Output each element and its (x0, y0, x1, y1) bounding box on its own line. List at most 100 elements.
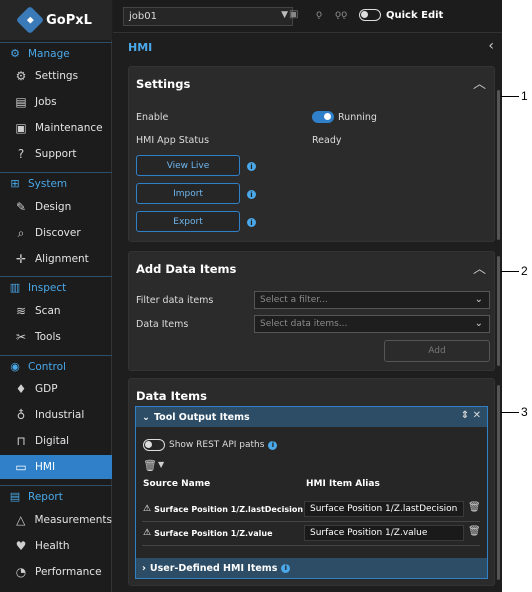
add-button[interactable]: Add (384, 340, 490, 362)
sidebar-section-report[interactable]: ▤ Report (0, 485, 112, 507)
expand-collapse-icon[interactable]: ⇕ ✕ (461, 410, 481, 421)
alias-value: Surface Position 1/Z.value (310, 528, 428, 538)
sidebar-item-label: Settings (35, 70, 79, 82)
sidebar-item-label: Scan (35, 305, 61, 317)
sidebar-section-manage[interactable]: ⚙ Manage (0, 42, 112, 64)
sidebar-item-hmi[interactable]: ▭ HMI (0, 455, 112, 479)
settings-card: Settings ︿ Enable Running HMI App Status… (128, 66, 495, 242)
hmi-icon: ▭ (15, 460, 27, 474)
sidebar-item-discover[interactable]: ⌕ Discover (0, 221, 112, 245)
quick-edit-toggle[interactable]: Quick Edit (359, 9, 443, 21)
sidebar-item-digital[interactable]: ⊓ Digital (0, 429, 112, 453)
sensor-group-icon[interactable]: ǫǫ (335, 9, 347, 20)
sidebar-item-label: Support (35, 148, 77, 160)
chevron-down-icon: ▼ (281, 10, 288, 20)
tool-output-header[interactable]: ⌄ Tool Output Items ⇕ ✕ (136, 407, 487, 427)
filter-placeholder: Select a filter... (260, 295, 328, 305)
button-label: Add (428, 346, 446, 356)
sidebar-item-maintenance[interactable]: ▣ Maintenance (0, 116, 112, 140)
scrollbar[interactable] (497, 385, 500, 580)
button-label: Import (173, 188, 203, 199)
table-row-source: ⚠ Surface Position 1/Z.lastDecision (143, 504, 303, 514)
info-icon[interactable]: i (247, 162, 256, 171)
logo: ◆ GoPxL (0, 0, 112, 40)
save-icon[interactable]: ▣ (289, 9, 298, 20)
data-items-select[interactable]: Select data items... ⌄ (254, 315, 490, 333)
info-icon[interactable]: i (247, 190, 256, 199)
tools-icon: ✂ (15, 330, 27, 344)
scrollbar[interactable] (497, 90, 500, 240)
import-button[interactable]: Import (136, 183, 240, 204)
sidebar-item-industrial[interactable]: ♁ Industrial (0, 403, 112, 427)
performance-icon: ◔ (15, 565, 27, 579)
export-button[interactable]: Export (136, 211, 240, 232)
alignment-icon: ✛ (15, 252, 27, 266)
column-header-source: Source Name (143, 479, 211, 489)
chevron-down-icon[interactable]: ▼ (158, 460, 164, 469)
chevron-down-icon: ⌄ (142, 411, 150, 423)
info-icon[interactable]: i (281, 563, 291, 573)
inspect-icon: ▥ (9, 281, 21, 294)
collapse-panel-icon[interactable]: ‹ (488, 38, 494, 54)
sidebar-item-support[interactable]: ? Support (0, 142, 112, 166)
sensor-icon[interactable]: ǫ (316, 9, 322, 20)
job-select-value: job01 (129, 11, 157, 22)
sidebar-item-measurements[interactable]: △ Measurements (0, 508, 112, 532)
sidebar-item-alignment[interactable]: ✛ Alignment (0, 247, 112, 271)
sidebar-item-tools[interactable]: ✂ Tools (0, 325, 112, 349)
view-live-button[interactable]: View Live (136, 155, 240, 176)
section-label: Report (28, 490, 63, 503)
button-label: Export (173, 216, 203, 227)
sidebar-item-scan[interactable]: ≋ Scan (0, 299, 112, 323)
callout-line (501, 412, 519, 413)
jobs-icon: ▤ (15, 95, 27, 109)
sidebar-item-gdp[interactable]: ♦ GDP (0, 377, 112, 401)
table-row-source: ⚠ Surface Position 1/Z.value (143, 528, 273, 538)
user-defined-items-header[interactable]: › User-Defined HMI Items i (136, 558, 487, 578)
alias-input[interactable]: Surface Position 1/Z.lastDecision (304, 501, 464, 517)
data-items-label: Data Items (136, 319, 189, 330)
sidebar-item-performance[interactable]: ◔ Performance (0, 560, 112, 584)
sidebar-section-control[interactable]: ◉ Control (0, 355, 112, 377)
trash-icon[interactable]: 🗑︎ (143, 459, 157, 472)
show-rest-switch[interactable] (143, 439, 165, 451)
section-label: Manage (28, 47, 70, 60)
info-icon[interactable]: i (247, 218, 256, 227)
delete-row-icon[interactable]: 🗑︎ (468, 502, 481, 513)
tool-output-title: Tool Output Items (153, 411, 250, 423)
discover-icon: ⌕ (17, 225, 25, 240)
tool-output-items-panel: ⌄ Tool Output Items ⇕ ✕ Show REST API pa… (135, 406, 488, 579)
divider (142, 521, 480, 522)
quick-edit-switch[interactable] (359, 9, 381, 21)
callout-line (501, 96, 519, 97)
enable-toggle[interactable]: Running (312, 111, 377, 123)
sidebar-item-jobs[interactable]: ▤ Jobs (0, 90, 112, 114)
chevron-up-icon[interactable]: ︿ (473, 73, 486, 92)
sidebar-item-settings[interactable]: ⚙ Settings (0, 64, 112, 88)
user-defined-title: User-Defined HMI Items (149, 562, 278, 574)
filter-select[interactable]: Select a filter... ⌄ (254, 291, 490, 309)
scrollbar[interactable] (497, 256, 500, 366)
info-icon[interactable]: i (268, 440, 278, 450)
enable-label: Enable (136, 112, 169, 123)
delete-row-icon[interactable]: 🗑︎ (468, 526, 481, 537)
measurement-tool-icon: ⚠ (143, 528, 152, 538)
app-window: ◆ GoPxL ⚙ Manage ⚙ Settings ▤ Jobs ▣ Mai… (0, 0, 502, 592)
enable-switch[interactable] (312, 111, 334, 123)
sidebar-section-inspect[interactable]: ▥ Inspect (0, 276, 112, 298)
chevron-up-icon[interactable]: ︿ (473, 258, 486, 277)
sidebar-item-health[interactable]: ♥ Health (0, 534, 112, 558)
job-select[interactable]: job01 ▼ (123, 7, 293, 26)
sidebar-section-system[interactable]: ⊞ System (0, 172, 112, 194)
section-label: Control (28, 360, 66, 373)
status-label: HMI App Status (136, 135, 210, 146)
sidebar-item-label: Health (35, 540, 70, 552)
filter-label: Filter data items (136, 295, 214, 306)
quick-edit-label: Quick Edit (386, 9, 444, 21)
alias-input[interactable]: Surface Position 1/Z.value (304, 525, 464, 541)
sidebar-item-design[interactable]: ✎ Design (0, 195, 112, 219)
callout-number: 3 (521, 405, 528, 419)
show-rest-toggle[interactable]: Show REST API paths i (143, 439, 278, 451)
sidebar: ◆ GoPxL ⚙ Manage ⚙ Settings ▤ Jobs ▣ Mai… (0, 0, 112, 592)
sidebar-item-label: Design (35, 201, 72, 213)
